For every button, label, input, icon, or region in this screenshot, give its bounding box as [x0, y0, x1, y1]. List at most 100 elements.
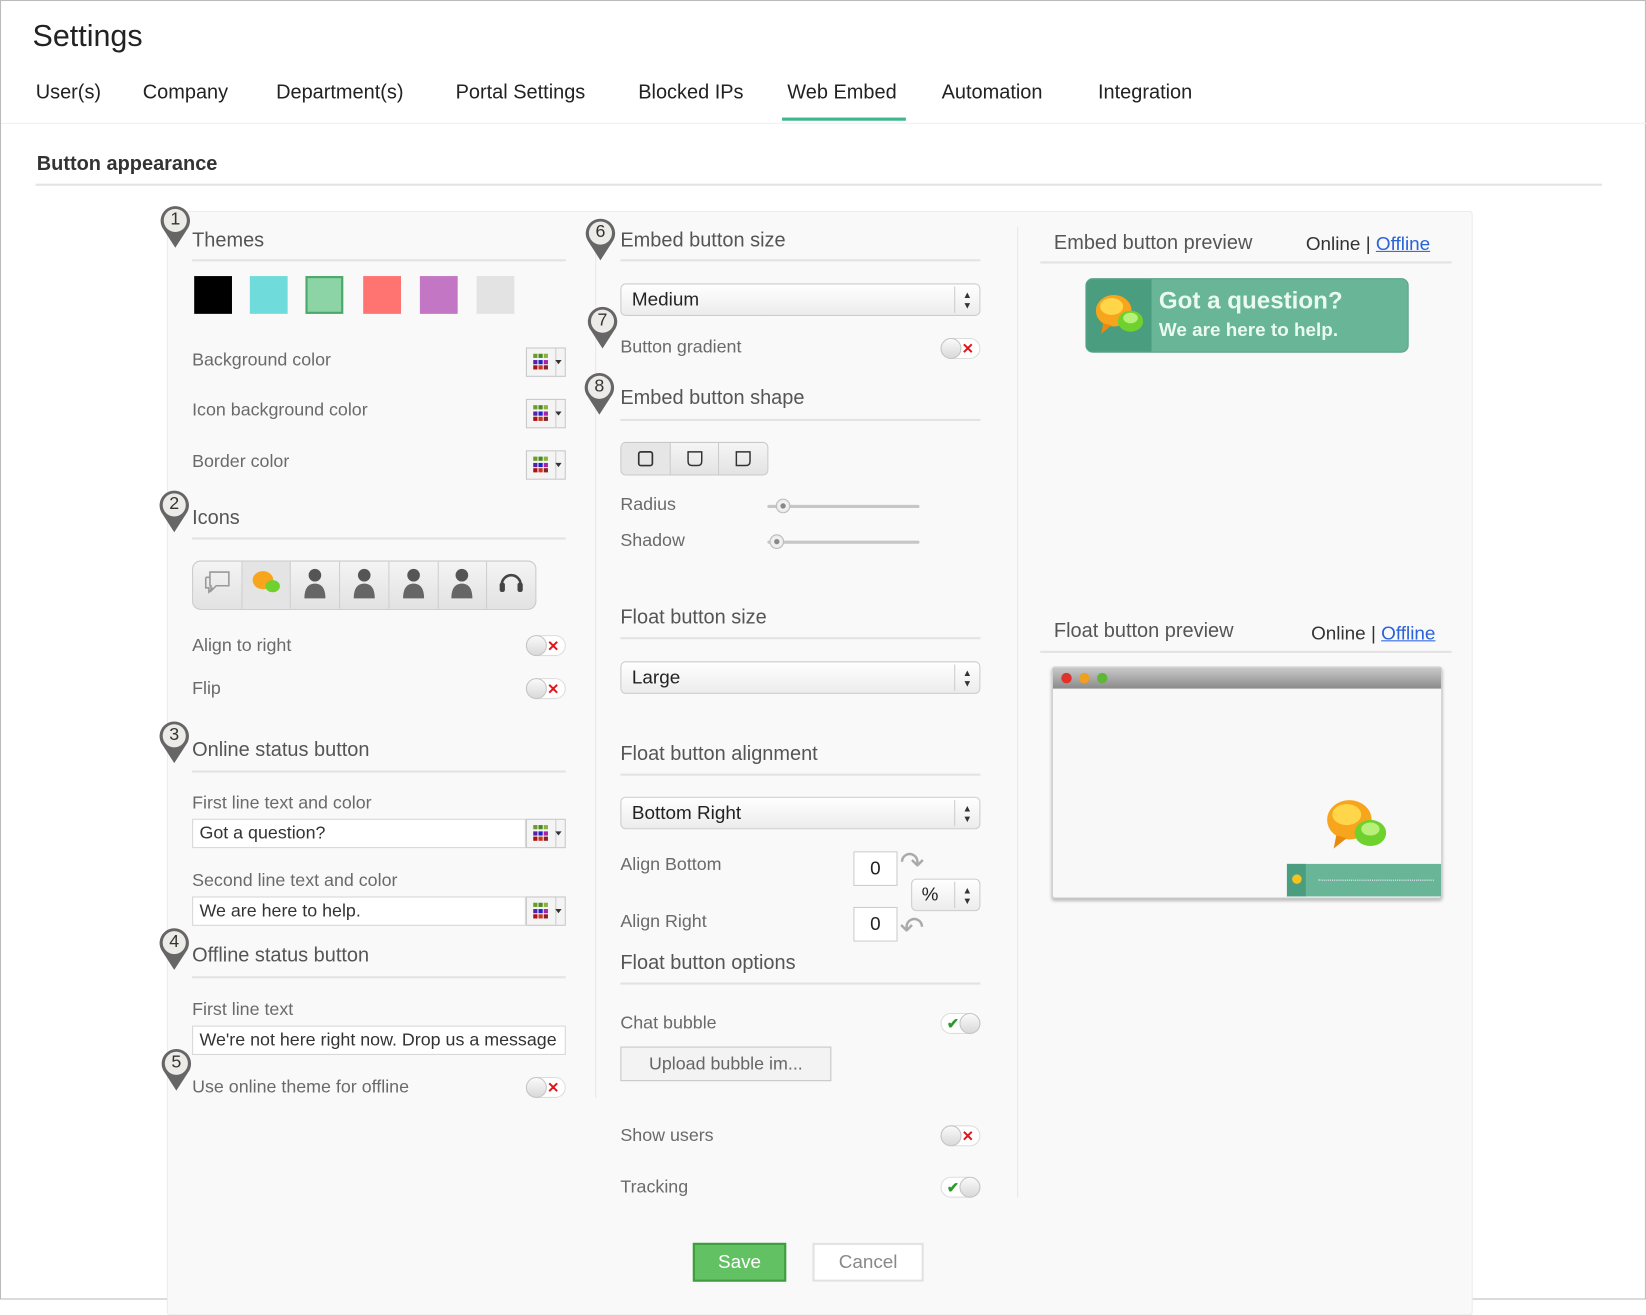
- divider: [192, 537, 566, 540]
- marker-number: 1: [170, 208, 181, 229]
- offline-first-line-input[interactable]: We're not here right now. Drop us a mess…: [192, 1025, 566, 1055]
- flip-toggle[interactable]: ✕: [525, 678, 566, 700]
- button-gradient-toggle[interactable]: ✕: [940, 338, 981, 359]
- embed-shape-heading: Embed button shape: [620, 387, 805, 410]
- icon-selector: [192, 560, 537, 610]
- use-online-theme-toggle[interactable]: ✕: [525, 1076, 566, 1098]
- float-preview-status: Online | Offline: [1311, 622, 1435, 644]
- online-second-line-color-picker[interactable]: [525, 896, 566, 926]
- check-icon: ✔: [946, 1178, 960, 1196]
- online-first-line-input[interactable]: Got a question?: [192, 818, 526, 849]
- tab-blocked-ips[interactable]: Blocked IPs: [638, 82, 743, 105]
- offline-link[interactable]: Offline: [1376, 233, 1430, 254]
- embed-preview-status: Online | Offline: [1306, 233, 1430, 255]
- float-size-select[interactable]: Large ▲ ▼: [620, 661, 981, 694]
- marker-number: 3: [169, 724, 180, 745]
- marker-number: 6: [595, 221, 606, 242]
- chat-bubbles-icon: [1095, 294, 1144, 334]
- theme-swatch[interactable]: [249, 276, 288, 314]
- updown-icon: ▲ ▼: [954, 286, 979, 313]
- theme-swatch[interactable]: [305, 276, 344, 314]
- color-grid-icon: [533, 456, 550, 474]
- rounded-corner-icon: [735, 451, 751, 467]
- theme-swatch[interactable]: [419, 276, 458, 314]
- curved-arrow-up-icon: ↶: [899, 911, 925, 944]
- float-alignment-select[interactable]: Bottom Right ▲ ▼: [620, 796, 981, 830]
- shadow-slider[interactable]: [767, 540, 920, 544]
- shape-square-button[interactable]: [621, 442, 671, 475]
- offline-link[interactable]: Offline: [1381, 622, 1435, 643]
- align-to-right-toggle[interactable]: ✕: [525, 635, 566, 657]
- minimize-dot-icon: [1079, 672, 1090, 684]
- online-first-line-color-picker[interactable]: [525, 818, 566, 849]
- align-bottom-input[interactable]: 0: [853, 851, 898, 886]
- chat-bubble-toggle[interactable]: ✔: [940, 1012, 981, 1034]
- divider: [620, 982, 981, 985]
- shape-corner-button[interactable]: [719, 443, 767, 474]
- square-icon: [637, 451, 654, 467]
- icon-option[interactable]: [438, 561, 488, 609]
- flip-label: Flip: [192, 678, 221, 699]
- preview-line2: We are here to help.: [1158, 319, 1339, 341]
- browser-titlebar: [1052, 667, 1442, 689]
- preview-icon-area: [1086, 279, 1152, 352]
- icon-option[interactable]: [487, 562, 535, 609]
- show-users-toggle[interactable]: ✕: [940, 1125, 981, 1147]
- dropdown-arrow-icon: [555, 462, 562, 468]
- marker-number: 4: [169, 931, 180, 952]
- check-icon: ✔: [946, 1015, 960, 1032]
- icon-option[interactable]: [340, 561, 390, 609]
- separator: |: [1370, 622, 1376, 644]
- embed-size-select[interactable]: Medium ▲ ▼: [620, 283, 981, 316]
- background-color-picker[interactable]: [525, 347, 566, 377]
- upload-bubble-image-button[interactable]: Upload bubble im...: [620, 1046, 832, 1082]
- x-icon: ✕: [547, 1079, 560, 1096]
- theme-swatch[interactable]: [363, 276, 401, 314]
- theme-swatch[interactable]: [476, 276, 515, 314]
- selected-value: Large: [631, 666, 681, 688]
- preview-line1: Got a question?: [1158, 286, 1343, 314]
- online-second-line-input[interactable]: We are here to help.: [192, 896, 526, 926]
- icon-background-color-picker[interactable]: [525, 398, 566, 429]
- shadow-slider-handle[interactable]: [769, 534, 785, 549]
- tab-integration[interactable]: Integration: [1098, 82, 1192, 105]
- float-preview-heading: Float button preview: [1053, 620, 1234, 643]
- shape-rounded-button[interactable]: [670, 442, 720, 475]
- align-bottom-label: Align Bottom: [620, 854, 722, 875]
- chat-bubble-mini-icon: [1292, 874, 1302, 884]
- color-grid-icon: [533, 405, 550, 422]
- embed-button-preview[interactable]: Got a question? We are here to help.: [1085, 278, 1409, 353]
- radius-slider-handle[interactable]: [775, 498, 791, 514]
- save-button[interactable]: Save: [692, 1242, 787, 1282]
- column-divider: [595, 226, 597, 1098]
- page-title: Settings: [32, 19, 143, 54]
- icon-option[interactable]: [389, 561, 439, 609]
- icon-option[interactable]: [291, 561, 341, 609]
- dropdown-arrow-icon: [555, 411, 562, 416]
- color-grid-icon: [533, 825, 550, 842]
- align-right-input[interactable]: 0: [853, 906, 898, 942]
- tracking-toggle[interactable]: ✔: [940, 1176, 981, 1198]
- float-button-bar: [1286, 863, 1442, 897]
- toggle-knob: [940, 338, 962, 359]
- section-title: Button appearance: [36, 153, 218, 176]
- section-divider: [35, 183, 1602, 186]
- icon-option[interactable]: [242, 561, 292, 609]
- tab-company[interactable]: Company: [143, 82, 228, 105]
- float-options-heading: Float button options: [620, 952, 796, 975]
- cancel-button[interactable]: Cancel: [812, 1242, 924, 1282]
- online-link[interactable]: Online: [1306, 233, 1361, 254]
- tab-users[interactable]: User(s): [36, 82, 101, 105]
- icons-heading: Icons: [192, 507, 240, 530]
- tab-automation[interactable]: Automation: [942, 82, 1043, 105]
- theme-swatch[interactable]: [194, 276, 232, 314]
- tab-web-embed[interactable]: Web Embed: [787, 82, 896, 105]
- unit-select[interactable]: % ▲ ▼: [911, 878, 981, 912]
- tab-departments[interactable]: Department(s): [276, 82, 403, 105]
- tab-portal-settings[interactable]: Portal Settings: [456, 82, 586, 105]
- step-marker: 4: [159, 927, 190, 971]
- border-color-picker[interactable]: [525, 450, 566, 480]
- icon-background-color-label: Icon background color: [192, 399, 368, 420]
- icon-option[interactable]: [193, 561, 243, 609]
- online-link[interactable]: Online: [1311, 622, 1366, 643]
